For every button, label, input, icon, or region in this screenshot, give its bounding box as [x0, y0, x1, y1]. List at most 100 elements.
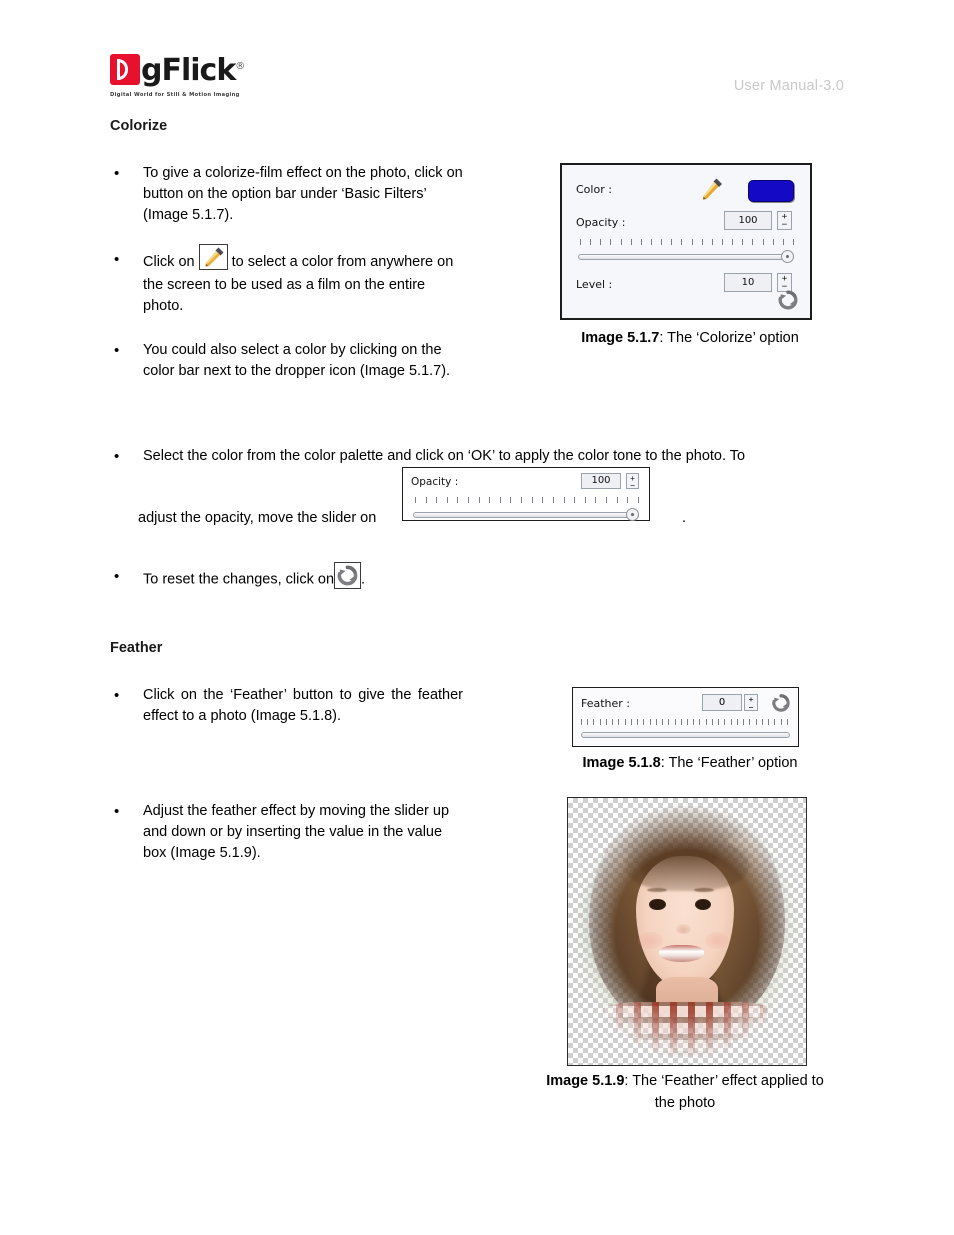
reset-icon-glyph	[778, 290, 798, 310]
bullet-colorize-2: • Click on to select a color from anywhe…	[110, 244, 530, 317]
colorize-level-row: Level : 10 + −	[576, 273, 796, 299]
color-label: Color :	[576, 183, 612, 196]
bullet-text: You could also select a color by clickin…	[143, 342, 451, 379]
bullet-colorize-3: • You could also select a color by click…	[110, 340, 530, 382]
caption-text: : The ‘Feather’ option	[660, 755, 798, 771]
dropper-icon[interactable]	[700, 177, 724, 203]
dgflick-logo: gFlick® Digital World for Still & Motion…	[110, 52, 245, 98]
opacity-label: Opacity :	[576, 216, 626, 229]
bullet-feather-1: • Click on the ‘Feather’ button to give …	[110, 685, 530, 727]
reset-icon-glyph	[772, 694, 790, 712]
opacity-inline-slider[interactable]	[413, 508, 639, 521]
photo-mouth	[659, 945, 704, 962]
caption-label: Image 5.1.7	[581, 330, 660, 346]
bullet-text: Click on to select a color from anywhere…	[143, 244, 463, 317]
feather-value[interactable]: 0	[702, 694, 742, 711]
bullet-text-pre: To reset the changes, click on	[143, 571, 335, 588]
logo-tagline: Digital World for Still & Motion Imaging	[110, 92, 240, 98]
bullet-text-pre: Select the color from the color palette …	[143, 448, 746, 464]
bullet-marker: •	[114, 448, 120, 465]
level-label: Level :	[576, 278, 613, 291]
colorize-color-row: Color :	[576, 177, 796, 207]
slider-bar[interactable]	[578, 254, 794, 260]
caption-image-517: Image 5.1.7: The ‘Colorize’ option	[545, 327, 835, 349]
stepper-down[interactable]: −	[745, 703, 757, 712]
caption-text: : The ‘Feather’ effect applied to	[624, 1073, 824, 1089]
opacity-inline-label: Opacity :	[411, 476, 459, 488]
color-swatch[interactable]	[748, 180, 794, 202]
bullet-text: To give a colorize-film effect on the ph…	[143, 165, 463, 223]
slider-knob[interactable]	[626, 508, 639, 521]
bullet-marker: •	[114, 165, 120, 182]
opacity-ticks	[580, 239, 794, 248]
photo-plaid-dress	[598, 1001, 776, 1057]
opacity-stepper[interactable]: + −	[777, 211, 792, 230]
reset-icon-glyph	[337, 565, 358, 586]
slider-bar[interactable]	[413, 512, 639, 518]
caption-label: Image 5.1.9	[546, 1073, 625, 1089]
logo-text: gFlick®	[141, 52, 245, 88]
photo-eyebrow-left	[647, 887, 667, 892]
figure-colorize-panel: Color : Opacity : 100 + − Level: 10 + −	[560, 163, 812, 320]
photo-eyebrow-right	[693, 887, 714, 892]
reset-icon[interactable]	[776, 288, 800, 312]
reset-icon[interactable]	[334, 562, 362, 589]
figure-opacity-inline: Opacity : 100 + −	[402, 467, 650, 521]
logo-d-mark	[110, 53, 140, 85]
bullet-colorize-4: • Select the color from the color palett…	[110, 446, 844, 526]
page-header: gFlick® Digital World for Still & Motion…	[0, 0, 954, 110]
caption-image-518: Image 5.1.8: The ‘Feather’ option	[540, 752, 840, 774]
logo-registered-mark: ®	[235, 61, 245, 72]
feather-label: Feather :	[581, 697, 631, 710]
photo-bangs	[624, 836, 750, 892]
girl-portrait-photo	[576, 806, 798, 1057]
stepper-down[interactable]: −	[778, 221, 791, 230]
feather-stepper[interactable]: + −	[744, 694, 758, 711]
section-heading-feather: Feather	[110, 640, 163, 656]
opacity-value[interactable]: 100	[724, 211, 772, 230]
section-heading-colorize: Colorize	[110, 118, 168, 134]
caption-label: Image 5.1.8	[582, 755, 661, 771]
photo-cheek-left	[638, 931, 663, 950]
dropper-icon[interactable]	[198, 244, 228, 270]
bullet-text-post: .	[682, 510, 687, 526]
caption-line-1: Image 5.1.9: The ‘Feather’ effect applie…	[520, 1070, 850, 1092]
logo-wordmark: gFlick®	[110, 52, 245, 88]
bullet-text-post: .	[361, 571, 366, 588]
figure-feather-photo	[567, 797, 807, 1066]
bullet-marker: •	[114, 568, 120, 585]
opacity-inline-value[interactable]: 100	[581, 473, 621, 489]
bullet-colorize-5-row: • To reset the changes, click on .	[110, 562, 610, 593]
level-value[interactable]: 10	[724, 273, 772, 292]
slider-bar[interactable]	[581, 732, 790, 738]
stepper-down[interactable]: −	[627, 482, 638, 490]
figure-feather-panel: Feather : 0 + −	[572, 687, 799, 747]
bullet-text: To reset the changes, click on .	[143, 562, 583, 593]
feather-section: Feather • Click on the ‘Feather’ button …	[110, 640, 530, 727]
caption-image-519: Image 5.1.9: The ‘Feather’ effect applie…	[520, 1070, 850, 1114]
feather-slider[interactable]	[581, 728, 790, 741]
manual-version-label: User Manual-3.0	[733, 78, 844, 94]
bullet-marker: •	[114, 342, 120, 359]
bullet-marker: •	[114, 251, 120, 268]
bullet-text: Adjust the feather effect by moving the …	[143, 803, 450, 861]
opacity-inline-row: Opacity : 100 + −	[411, 473, 641, 495]
caption-text: : The ‘Colorize’ option	[659, 330, 799, 346]
slider-knob[interactable]	[781, 250, 794, 263]
opacity-inline-stepper[interactable]: + −	[626, 473, 639, 490]
bullet-marker: •	[114, 687, 120, 704]
opacity-inline-ticks	[415, 497, 639, 506]
bullet-marker: •	[114, 803, 120, 820]
bullet-colorize-1: • To give a colorize-film effect on the …	[110, 163, 530, 226]
bullet-feather-2: • Adjust the feather effect by moving th…	[110, 801, 530, 864]
bullet-text-pre: Click on	[143, 253, 195, 270]
feather-ticks	[581, 719, 788, 727]
logo-text-label: gFlick	[141, 53, 236, 88]
dropper-icon-glyph	[703, 178, 722, 200]
colorize-section: Colorize • To give a colorize-film effec…	[110, 118, 530, 382]
bullet-colorize-4-line1: • Select the color from the color palett…	[110, 446, 844, 467]
caption-line-2: the photo	[654, 1095, 716, 1111]
reset-icon[interactable]	[770, 692, 792, 714]
opacity-slider[interactable]	[578, 250, 794, 263]
dropper-icon-glyph	[205, 247, 224, 267]
